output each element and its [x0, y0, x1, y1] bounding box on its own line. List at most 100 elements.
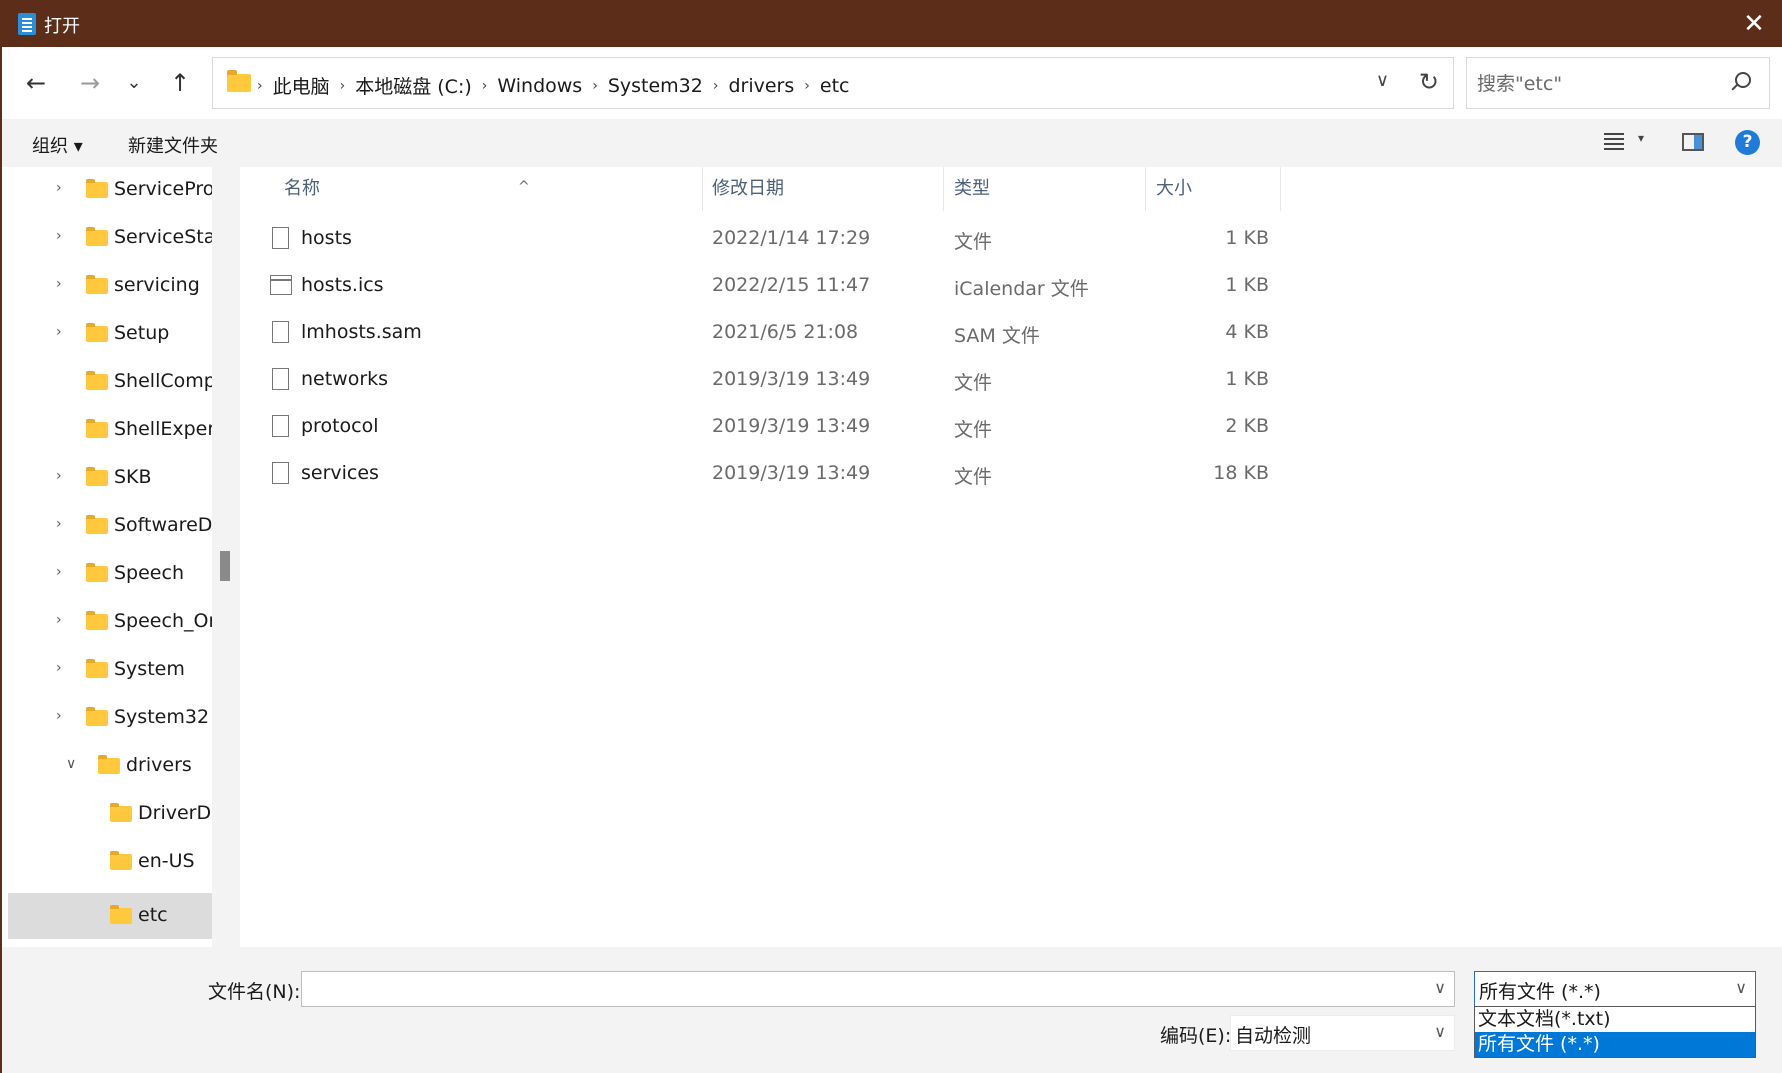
- tree-item-label: SKB: [114, 466, 152, 488]
- file-type: SAM 文件: [954, 325, 1040, 347]
- column-header-size[interactable]: 大小: [1146, 167, 1281, 211]
- search-box[interactable]: [1466, 57, 1770, 109]
- chevron-down-icon[interactable]: ∨: [1434, 1022, 1446, 1041]
- help-icon[interactable]: ?: [1735, 130, 1760, 155]
- chevron-right-icon[interactable]: ›: [56, 228, 62, 244]
- tree-item-shellcompo[interactable]: ShellCompo: [2, 359, 212, 405]
- chevron-right-icon[interactable]: ›: [56, 468, 62, 484]
- file-row-networks[interactable]: networks 2019/3/19 13:49 文件 1 KB: [240, 356, 1782, 402]
- file-size: 1 KB: [1225, 274, 1269, 296]
- breadcrumb-local-disk[interactable]: 本地磁盘 (C:): [345, 72, 482, 99]
- breadcrumb-windows[interactable]: Windows: [487, 75, 592, 97]
- chevron-right-icon[interactable]: ›: [56, 276, 62, 292]
- navigation-pane-scrollbar[interactable]: [212, 167, 240, 947]
- tree-item-drivers[interactable]: ∨ drivers: [2, 743, 212, 789]
- filetype-option-txt[interactable]: 文本文档(*.txt): [1475, 1007, 1755, 1032]
- notepad-icon: [18, 13, 36, 35]
- filetype-option-all[interactable]: 所有文件 (*.*): [1475, 1032, 1755, 1057]
- tree-item-driverda[interactable]: DriverDa: [2, 791, 212, 837]
- chevron-right-icon[interactable]: ›: [56, 564, 62, 580]
- chevron-right-icon[interactable]: ›: [56, 180, 62, 196]
- breadcrumb-this-pc[interactable]: 此电脑: [263, 72, 340, 99]
- scrollbar-thumb[interactable]: [220, 551, 230, 581]
- file-icon: [272, 462, 289, 484]
- tree-item-etc[interactable]: etc: [8, 893, 212, 939]
- view-list-icon[interactable]: [1604, 133, 1624, 151]
- navigation-bar: ← → ⌄ ↑ › 此电脑 › 本地磁盘 (C:) › Windows › Sy…: [2, 47, 1782, 119]
- tree-item-system[interactable]: › System: [2, 647, 212, 693]
- new-folder-button[interactable]: 新建文件夹: [128, 132, 218, 158]
- filetype-select[interactable]: 所有文件 (*.*) ∨: [1474, 971, 1756, 1007]
- chevron-right-icon[interactable]: ›: [56, 660, 62, 676]
- back-button[interactable]: ←: [18, 65, 54, 101]
- file-size: 18 KB: [1213, 462, 1269, 484]
- breadcrumb-system32[interactable]: System32: [598, 75, 713, 97]
- tree-item-label: DriverDa: [138, 802, 212, 824]
- file-icon: [272, 368, 289, 390]
- file-size: 1 KB: [1225, 227, 1269, 249]
- refresh-icon[interactable]: ↻: [1419, 68, 1439, 96]
- folder-icon: [110, 851, 132, 870]
- recent-locations-button[interactable]: ⌄: [116, 65, 152, 101]
- file-size: 4 KB: [1225, 321, 1269, 343]
- breadcrumb-drivers[interactable]: drivers: [718, 75, 804, 97]
- file-row-protocol[interactable]: protocol 2019/3/19 13:49 文件 2 KB: [240, 403, 1782, 449]
- filename-combobox[interactable]: ∨: [301, 971, 1455, 1007]
- column-header-date[interactable]: 修改日期: [702, 167, 944, 211]
- file-type: iCalendar 文件: [954, 278, 1089, 300]
- address-bar[interactable]: › 此电脑 › 本地磁盘 (C:) › Windows › System32 ›…: [212, 57, 1454, 109]
- tree-item-label: System32: [114, 706, 210, 728]
- up-button[interactable]: ↑: [162, 65, 198, 101]
- file-row-lmhosts-sam[interactable]: lmhosts.sam 2021/6/5 21:08 SAM 文件 4 KB: [240, 309, 1782, 355]
- file-row-hosts-ics[interactable]: hosts.ics 2022/2/15 11:47 iCalendar 文件 1…: [240, 262, 1782, 308]
- folder-icon: [86, 515, 108, 534]
- folder-icon: [86, 707, 108, 726]
- column-header-name[interactable]: 名称 ^: [274, 167, 704, 211]
- tree-item-setup[interactable]: › Setup: [2, 311, 212, 357]
- encoding-select[interactable]: 自动检测 ∨: [1230, 1015, 1455, 1051]
- tree-item-speech[interactable]: › Speech: [2, 551, 212, 597]
- tree-item-label: ServiceState: [114, 226, 212, 248]
- chevron-down-icon[interactable]: ∨: [1735, 978, 1747, 997]
- search-icon[interactable]: [1735, 72, 1751, 88]
- file-name: hosts: [301, 227, 352, 249]
- folder-icon: [86, 563, 108, 582]
- tree-item-system32[interactable]: › System32: [2, 695, 212, 741]
- tree-item-serviceprofi[interactable]: › ServiceProfi: [2, 167, 212, 213]
- column-header-type[interactable]: 类型: [944, 167, 1146, 211]
- tree-item-shellexperie[interactable]: ShellExperie: [2, 407, 212, 453]
- chevron-down-icon[interactable]: ∨: [1376, 70, 1389, 91]
- forward-button[interactable]: →: [72, 65, 108, 101]
- chevron-right-icon[interactable]: ›: [56, 612, 62, 628]
- tree-item-softwaredis[interactable]: › SoftwareDis: [2, 503, 212, 549]
- file-type: 文件: [954, 372, 993, 394]
- search-input[interactable]: [1477, 70, 1717, 98]
- tree-item-servicestate[interactable]: › ServiceState: [2, 215, 212, 261]
- tree-item-skb[interactable]: › SKB: [2, 455, 212, 501]
- command-bar: 组织 ▾ 新建文件夹 ▾ ?: [2, 119, 1782, 167]
- preview-pane-icon[interactable]: [1682, 133, 1704, 151]
- breadcrumb-etc[interactable]: etc: [810, 75, 860, 97]
- close-button[interactable]: ✕: [1724, 2, 1782, 47]
- folder-icon: [110, 803, 132, 822]
- chevron-down-icon[interactable]: ∨: [1434, 978, 1446, 997]
- folder-icon: [86, 323, 108, 342]
- dialog-title: 打开: [44, 16, 80, 37]
- filename-input[interactable]: [308, 976, 1408, 1002]
- chevron-right-icon[interactable]: ›: [56, 708, 62, 724]
- chevron-down-icon[interactable]: ∨: [66, 756, 76, 772]
- file-type: 文件: [954, 419, 993, 441]
- tree-item-en-us[interactable]: en-US: [2, 839, 212, 885]
- tree-item-speech-one[interactable]: › Speech_One: [2, 599, 212, 645]
- chevron-right-icon[interactable]: ›: [56, 516, 62, 532]
- chevron-right-icon[interactable]: ›: [56, 324, 62, 340]
- tree-item-label: ShellExperie: [114, 418, 212, 440]
- file-name: hosts.ics: [301, 274, 384, 296]
- file-date: 2019/3/19 13:49: [712, 462, 871, 484]
- organize-button[interactable]: 组织 ▾: [32, 132, 83, 158]
- folder-icon: [86, 659, 108, 678]
- file-row-hosts[interactable]: hosts 2022/1/14 17:29 文件 1 KB: [240, 215, 1782, 261]
- file-row-services[interactable]: services 2019/3/19 13:49 文件 18 KB: [240, 450, 1782, 496]
- tree-item-servicing[interactable]: › servicing: [2, 263, 212, 309]
- view-options-caret[interactable]: ▾: [1638, 131, 1644, 145]
